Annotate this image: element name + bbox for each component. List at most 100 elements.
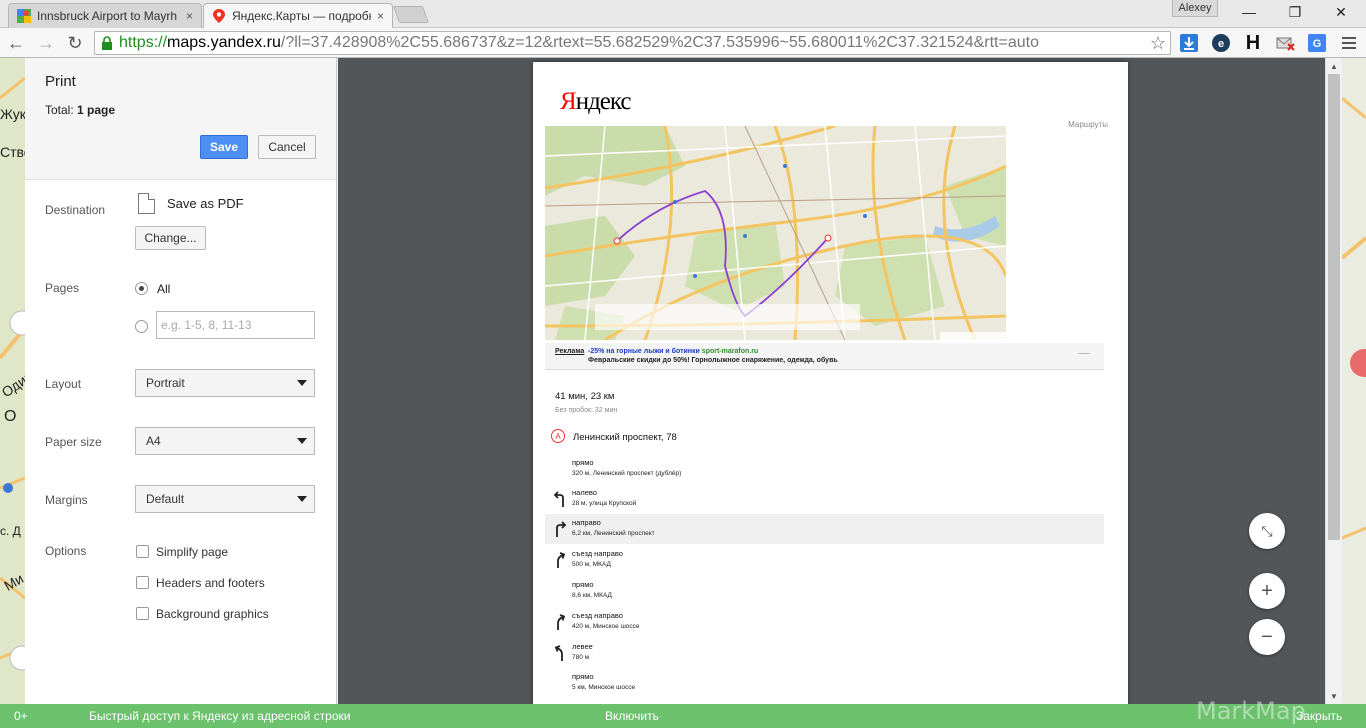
plus-icon: + [1261, 579, 1273, 602]
margins-value: Default [146, 492, 185, 506]
tab-close-icon[interactable]: × [377, 9, 384, 23]
pdf-file-icon [138, 193, 155, 214]
forward-icon[interactable]: → [35, 32, 57, 54]
url-scheme: https:// [119, 34, 168, 51]
exit-right-icon [557, 614, 566, 630]
options-label: Options [45, 544, 87, 558]
route-step: съезд направо 420 м, Минское шоссе [545, 607, 1104, 637]
print-total: Total: 1 page [45, 103, 115, 117]
fit-to-page-button[interactable]: ⤡ [1249, 513, 1285, 549]
chevron-down-icon [297, 496, 307, 502]
routes-link: Маршруты [1068, 120, 1108, 129]
step-action: съезд направо [572, 549, 623, 558]
eset-icon[interactable]: e [1210, 32, 1232, 54]
watermark-logo: MarkMap [1196, 697, 1306, 725]
pages-range-input[interactable]: e.g. 1-5, 8, 11-13 [156, 311, 315, 339]
step-detail: 320 м, Ленинский проспект (дублёр) [572, 470, 682, 477]
ad-line-1: -25% на горные лыжи и ботинки sport-mara… [588, 348, 759, 355]
reload-icon[interactable]: ↻ [64, 32, 86, 54]
turn-left-icon [553, 491, 564, 507]
back-icon[interactable]: ← [5, 32, 27, 54]
turn-right-icon [556, 521, 567, 537]
step-detail: 6,2 км, Ленинский проспект [572, 530, 655, 537]
tab-strip: Innsbruck Airport to Mayrh × Яндекс.Карт… [0, 0, 1366, 28]
map-label: О [4, 408, 17, 425]
yandex-logo: Яндекс [560, 88, 632, 115]
start-point-marker: А [551, 429, 565, 443]
minus-icon: − [1261, 625, 1273, 648]
step-detail: 28 м, улица Крупской [572, 500, 637, 507]
route-no-traffic-time: Без пробок: 32 мин [555, 407, 618, 414]
lock-icon [101, 32, 119, 54]
zoom-in-button[interactable]: + [1249, 573, 1285, 609]
ad-label: Реклама [555, 348, 585, 355]
layout-value: Portrait [146, 376, 185, 390]
margins-select[interactable]: Default [135, 485, 315, 513]
scroll-up-icon[interactable]: ▲ [1326, 58, 1342, 74]
ad-line-2: Февральские скидки до 50%! Горнолыжное с… [588, 357, 838, 364]
preview-scrollbar[interactable]: ▲ ▼ [1325, 58, 1342, 704]
margins-label: Margins [45, 493, 88, 507]
maximize-button[interactable]: ❐ [1272, 0, 1318, 24]
ad-banner: Реклама -25% на горные лыжи и ботинки sp… [545, 343, 1104, 370]
paper-size-select[interactable]: A4 [135, 427, 315, 455]
minimize-button[interactable]: — [1226, 0, 1272, 24]
h-icon[interactable]: H [1242, 32, 1264, 54]
enable-button[interactable]: Включить [605, 709, 659, 723]
route-step: съезд направо 500 м, МКАД [545, 545, 1104, 575]
map-label: с. Д [0, 524, 21, 538]
url-path: /?ll=37.428908%2C55.686737&z=12&rtext=55… [280, 34, 1039, 51]
step-action: направо [572, 518, 601, 527]
menu-icon[interactable] [1338, 32, 1360, 54]
total-value: 1 page [77, 103, 116, 117]
step-action: налево [572, 488, 597, 497]
mail-icon[interactable] [1274, 32, 1296, 54]
step-action: левее [572, 642, 593, 651]
destination-label: Destination [45, 203, 106, 217]
tab-close-icon[interactable]: × [186, 9, 193, 23]
address-bar[interactable]: https://maps.yandex.ru/?ll=37.428908%2C5… [94, 31, 1171, 55]
scrollbar-thumb[interactable] [1328, 74, 1340, 540]
background-graphics-checkbox[interactable] [136, 607, 149, 620]
bear-left-icon [554, 645, 563, 661]
route-map-image [545, 126, 1006, 340]
promo-counter: 0+ [14, 709, 28, 723]
layout-select[interactable]: Portrait [135, 369, 315, 397]
tab-yandex-maps[interactable]: Яндекс.Карты — подробн × [203, 3, 393, 28]
headers-footers-label: Headers and footers [156, 576, 265, 590]
download-icon[interactable] [1178, 32, 1200, 54]
translate-icon[interactable]: G [1306, 32, 1328, 54]
step-detail: 8,6 км, МКАД [572, 592, 612, 599]
save-button[interactable]: Save [200, 135, 248, 159]
step-detail: 780 м [572, 654, 590, 661]
background-map-right-edge [1342, 58, 1366, 704]
total-label: Total: [45, 103, 74, 117]
pages-custom-radio[interactable] [135, 320, 148, 333]
route-summary: 41 мин, 23 км [555, 391, 615, 402]
yandex-promo-bar: 0+ Быстрый доступ к Яндексу из адресной … [0, 704, 1366, 728]
layout-label: Layout [45, 377, 82, 391]
cancel-button[interactable]: Cancel [258, 135, 316, 159]
route-step: налево 28 м, улица Крупской [545, 484, 1104, 514]
pages-all-radio[interactable] [135, 282, 148, 295]
pages-label: Pages [45, 281, 80, 295]
new-tab-button[interactable] [392, 6, 430, 23]
step-action: прямо [572, 580, 594, 589]
yandex-pin-icon [213, 9, 225, 23]
simplify-page-label: Simplify page [156, 545, 229, 559]
route-step: прямо 5 км, Минское шоссе [545, 668, 1104, 698]
pages-all-label: All [157, 282, 171, 296]
chevron-down-icon [297, 380, 307, 386]
close-window-button[interactable]: ✕ [1318, 0, 1364, 24]
tab-innsbruck[interactable]: Innsbruck Airport to Mayrh × [8, 3, 202, 28]
simplify-page-checkbox[interactable] [136, 545, 149, 558]
user-profile-badge[interactable]: Alexey [1172, 0, 1218, 17]
headers-footers-checkbox[interactable] [136, 576, 149, 589]
bookmark-star-icon[interactable]: ☆ [1150, 33, 1166, 54]
scroll-down-icon[interactable]: ▼ [1326, 688, 1342, 704]
zoom-out-button[interactable]: − [1249, 619, 1285, 655]
step-detail: 420 м, Минское шоссе [572, 623, 640, 630]
google-maps-icon [17, 9, 31, 23]
background-graphics-label: Background graphics [156, 607, 269, 621]
change-destination-button[interactable]: Change... [135, 226, 206, 250]
